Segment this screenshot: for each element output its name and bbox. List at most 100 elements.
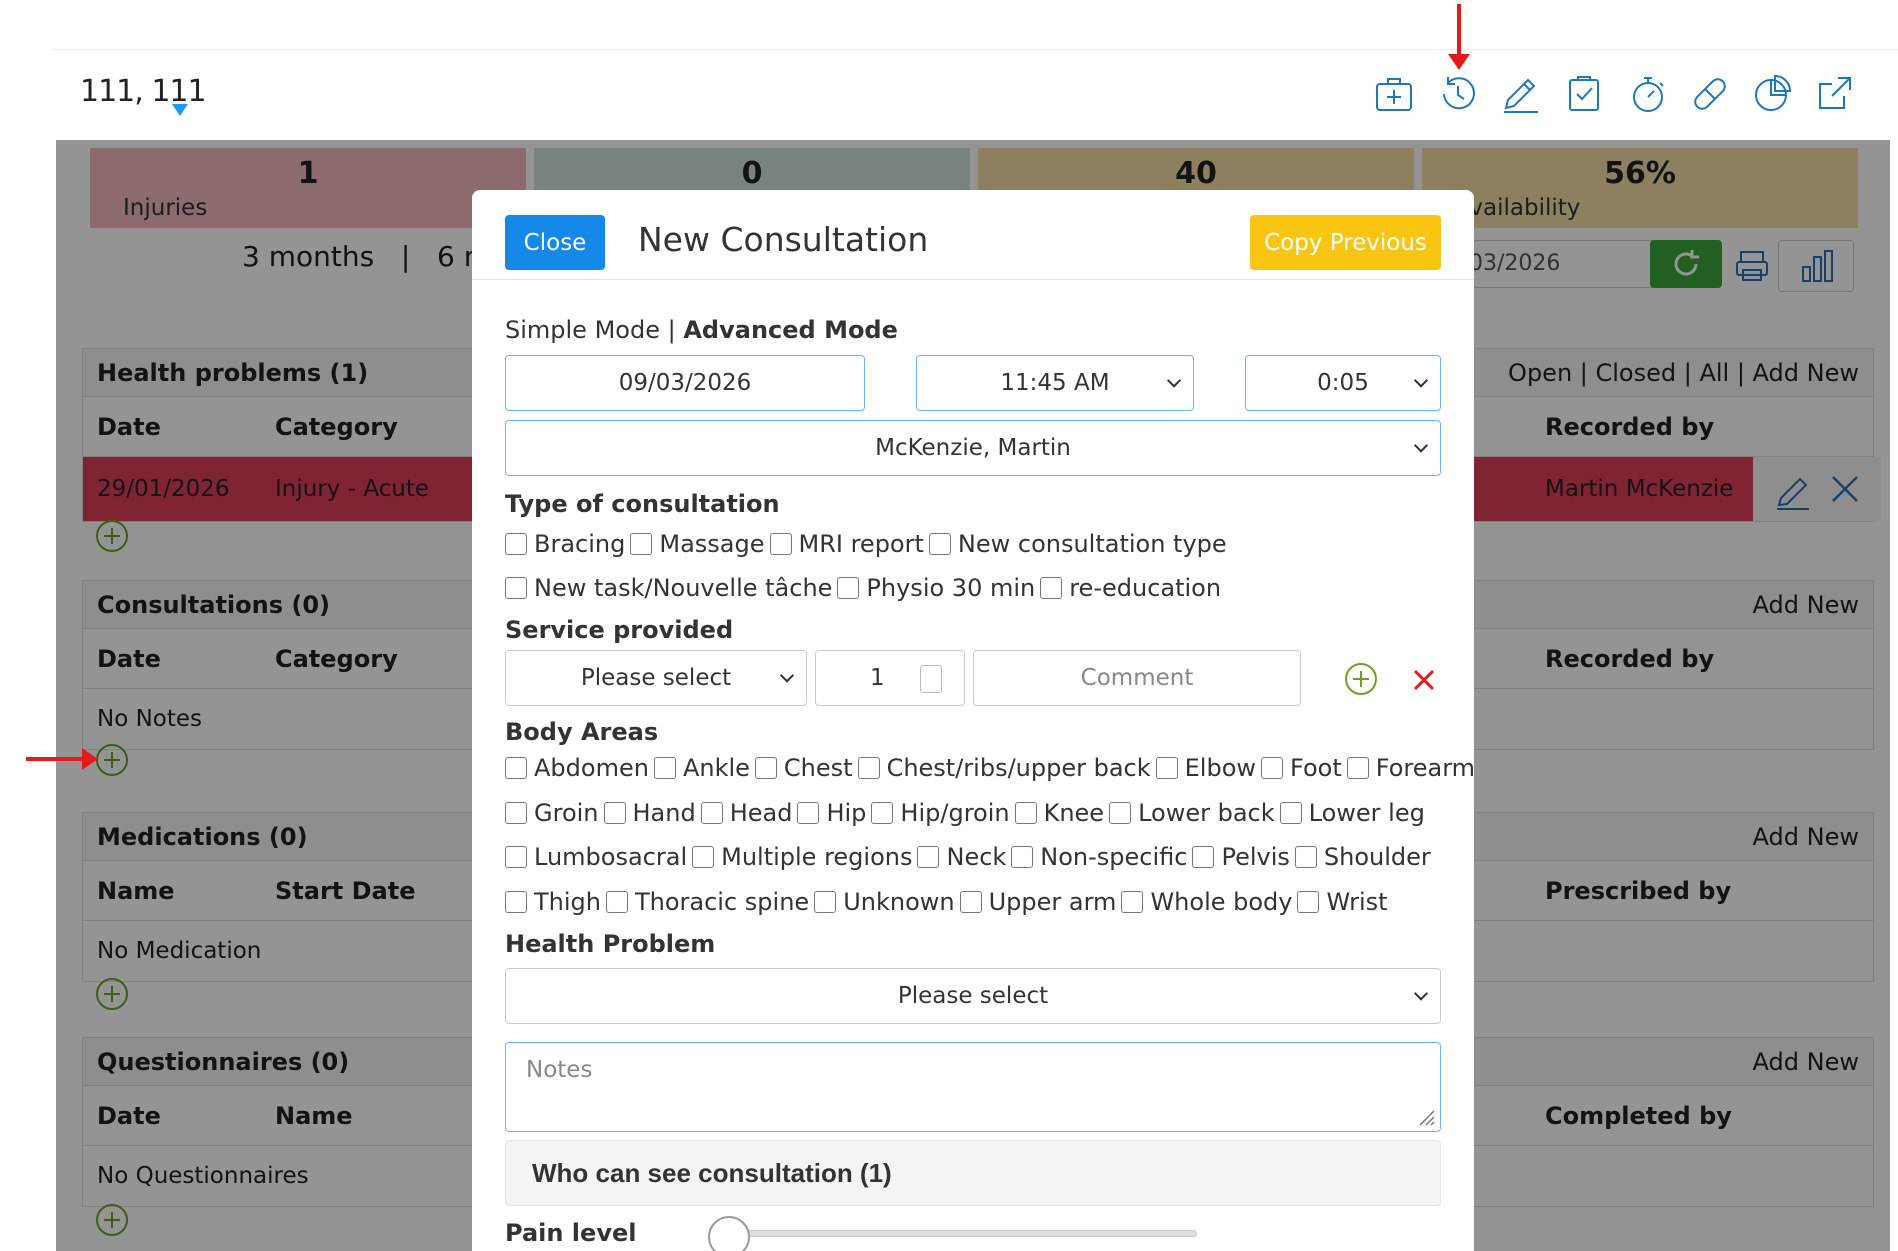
checkbox-option[interactable]: New task/Nouvelle tâche — [505, 574, 832, 602]
checkbox[interactable] — [814, 891, 837, 913]
bandage-icon[interactable] — [1688, 72, 1732, 116]
checkbox-option[interactable]: Whole body — [1116, 888, 1292, 916]
health-problem-select[interactable]: Please select — [505, 968, 1441, 1024]
checklist-icon[interactable] — [1562, 72, 1606, 116]
checkbox-option[interactable]: Neck — [912, 843, 1006, 871]
simple-mode-link[interactable]: Simple Mode — [505, 316, 660, 344]
add-service-icon[interactable] — [1345, 663, 1377, 695]
checkbox[interactable] — [754, 757, 777, 779]
checkbox[interactable] — [797, 802, 820, 824]
pie-chart-icon[interactable] — [1750, 72, 1794, 116]
checkbox-option[interactable]: Lower leg — [1275, 799, 1425, 827]
checkbox-option[interactable]: Forearm — [1342, 754, 1474, 782]
checkbox-option[interactable]: New consultation type — [924, 530, 1227, 558]
resize-handle-icon[interactable] — [1414, 1105, 1436, 1127]
stepper-arrows-icon[interactable] — [920, 665, 942, 693]
checkbox[interactable] — [1040, 577, 1063, 599]
checkbox[interactable] — [603, 802, 626, 824]
checkbox-option[interactable]: MRI report — [765, 530, 924, 558]
checkbox-option[interactable]: Ankle — [649, 754, 750, 782]
practitioner-value: McKenzie, Martin — [875, 435, 1071, 461]
checkbox-option[interactable]: Knee — [1010, 799, 1104, 827]
checkbox[interactable] — [769, 533, 792, 555]
checkbox[interactable] — [505, 757, 527, 779]
checkbox-option[interactable]: Chest — [750, 754, 853, 782]
checkbox[interactable] — [653, 757, 676, 779]
notes-textarea[interactable]: Notes — [505, 1042, 1441, 1132]
checkbox-option[interactable]: Massage — [625, 530, 765, 558]
quantity-stepper[interactable]: 1 — [815, 650, 965, 706]
remove-service-icon[interactable] — [1412, 668, 1436, 692]
checkbox[interactable] — [505, 802, 527, 824]
checkbox-option[interactable]: Thigh — [505, 888, 601, 916]
checkbox[interactable] — [605, 891, 628, 913]
checkbox[interactable] — [1346, 757, 1369, 779]
date-field[interactable]: 09/03/2026 — [505, 355, 865, 411]
comment-input[interactable]: Comment — [973, 650, 1301, 706]
checkbox[interactable] — [1121, 891, 1144, 913]
checkbox-option[interactable]: Upper arm — [955, 888, 1116, 916]
checkbox[interactable] — [871, 802, 894, 824]
checkbox[interactable] — [917, 846, 940, 868]
checkbox[interactable] — [857, 757, 880, 779]
copy-previous-button[interactable]: Copy Previous — [1250, 215, 1441, 270]
checkbox-option[interactable]: Hand — [599, 799, 696, 827]
checkbox-option[interactable]: Abdomen — [505, 754, 649, 782]
checkbox-label: Multiple regions — [721, 843, 913, 871]
external-link-icon[interactable] — [1812, 72, 1856, 116]
checkbox[interactable] — [1014, 802, 1037, 824]
checkbox[interactable] — [505, 846, 527, 868]
patient-dropdown-caret-icon[interactable] — [172, 104, 188, 116]
checkbox[interactable] — [692, 846, 715, 868]
pencil-icon[interactable] — [1498, 72, 1542, 116]
checkbox-option[interactable]: Shoulder — [1290, 843, 1431, 871]
duration-select[interactable]: 0:05 — [1245, 355, 1441, 411]
pain-level-slider-thumb[interactable] — [708, 1216, 750, 1251]
advanced-mode-link[interactable]: Advanced Mode — [683, 316, 898, 344]
checkbox[interactable] — [505, 891, 527, 913]
checkbox-option[interactable]: Bracing — [505, 530, 625, 558]
checkbox[interactable] — [1294, 846, 1317, 868]
checkbox-option[interactable]: Pelvis — [1187, 843, 1290, 871]
checkbox[interactable] — [837, 577, 860, 599]
checkbox-option[interactable]: re-education — [1035, 574, 1221, 602]
checkbox[interactable] — [1155, 757, 1178, 779]
checkbox-option[interactable]: Head — [696, 799, 792, 827]
checkbox[interactable] — [928, 533, 951, 555]
medical-kit-icon[interactable] — [1372, 72, 1416, 116]
stopwatch-icon[interactable] — [1626, 72, 1670, 116]
checkbox-option[interactable]: Hip — [792, 799, 866, 827]
checkbox-option[interactable]: Unknown — [809, 888, 955, 916]
visibility-accordion[interactable]: Who can see consultation (1) — [505, 1140, 1441, 1206]
close-button[interactable]: Close — [505, 215, 605, 270]
checkbox-option[interactable]: Groin — [505, 799, 599, 827]
checkbox-option[interactable]: Elbow — [1151, 754, 1256, 782]
checkbox-option[interactable]: Lumbosacral — [505, 843, 687, 871]
checkbox-option[interactable]: Foot — [1256, 754, 1342, 782]
practitioner-select[interactable]: McKenzie, Martin — [505, 420, 1441, 476]
checkbox-option[interactable]: Multiple regions — [687, 843, 912, 871]
service-select[interactable]: Please select — [505, 650, 807, 706]
checkbox-option[interactable]: Wrist — [1292, 888, 1388, 916]
checkbox[interactable] — [1261, 757, 1284, 779]
checkbox[interactable] — [505, 577, 527, 599]
checkbox-option[interactable]: Thoracic spine — [601, 888, 809, 916]
history-icon[interactable] — [1436, 72, 1480, 116]
checkbox[interactable] — [1109, 802, 1132, 824]
checkbox[interactable] — [959, 891, 982, 913]
checkbox[interactable] — [700, 802, 723, 824]
checkbox-option[interactable]: Hip/groin — [866, 799, 1010, 827]
checkbox[interactable] — [1192, 846, 1215, 868]
checkbox[interactable] — [1279, 802, 1302, 824]
pain-level-slider[interactable] — [722, 1230, 1197, 1237]
checkbox[interactable] — [505, 533, 527, 555]
checkbox[interactable] — [1011, 846, 1034, 868]
body-areas-row: Abdomen Ankle Chest Chest/ribs/upper back El… — [505, 754, 1474, 782]
checkbox-option[interactable]: Lower back — [1104, 799, 1275, 827]
checkbox-option[interactable]: Non-specific — [1006, 843, 1187, 871]
checkbox[interactable] — [1297, 891, 1320, 913]
time-select[interactable]: 11:45 AM — [916, 355, 1194, 411]
checkbox-option[interactable]: Chest/ribs/upper back — [853, 754, 1151, 782]
checkbox[interactable] — [630, 533, 653, 555]
checkbox-option[interactable]: Physio 30 min — [832, 574, 1035, 602]
